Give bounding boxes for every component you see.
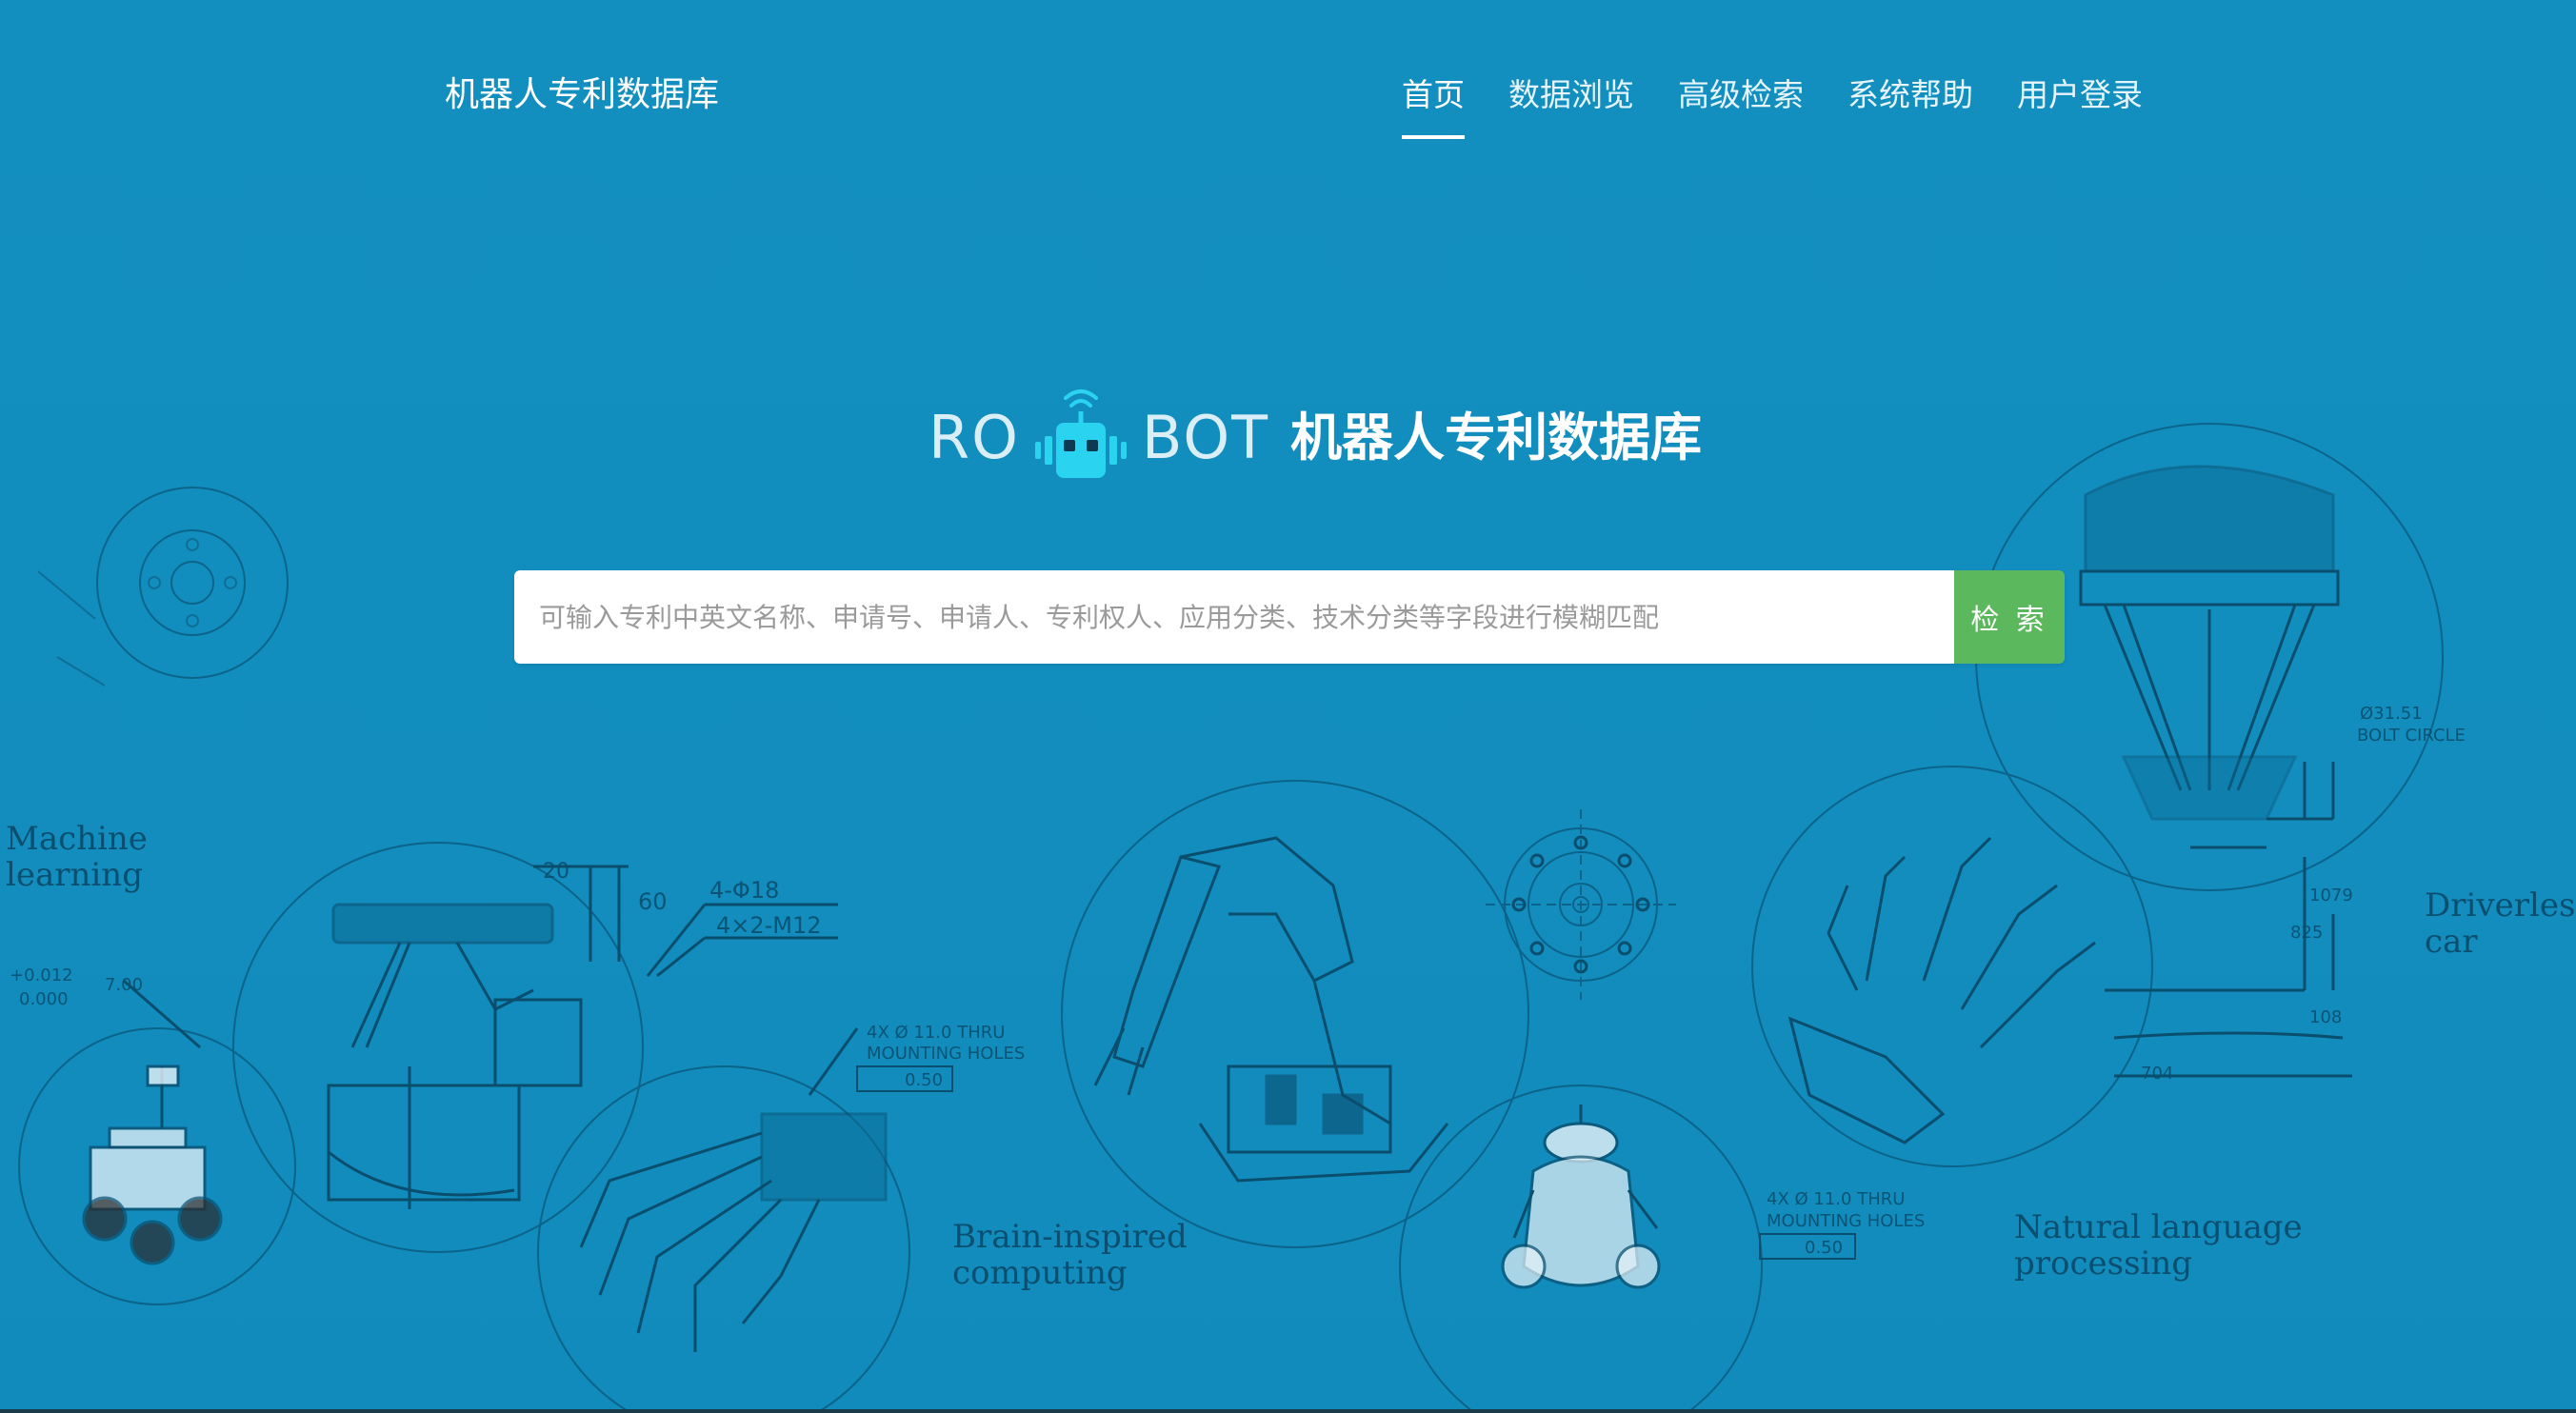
drawing-bolt-circle-1: Ø31.51	[2360, 704, 2423, 724]
drawing-dim-825: 825	[2290, 923, 2323, 943]
bg-label-brain-inspired: Brain-inspired computing	[952, 1218, 1188, 1292]
drawing-tol-upper: +0.012	[10, 965, 73, 985]
drawing-dim-20: 20	[543, 860, 569, 884]
drawing-tol-box-2: 0.50	[1805, 1238, 1843, 1258]
drawing-bolt-circle-2: BOLT CIRCLE	[2357, 726, 2466, 746]
nav-data-browse[interactable]: 数据浏览	[1508, 72, 1634, 145]
logo-text-ro: RO	[929, 403, 1020, 472]
drawing-depth: 7.00	[105, 975, 143, 995]
bg-label-machine-learning: Machine learning	[6, 820, 148, 894]
background-illustration: +0.012 0.000 7.00 20 60 4-Φ18 4×2-M12 4X…	[10, 423, 2466, 1413]
bottom-edge	[0, 1409, 2576, 1413]
bg-label-driverless: Driverles car	[2425, 886, 2576, 961]
drawing-holes-note-2: MOUNTING HOLES	[867, 1044, 1025, 1064]
main-nav: 首页 数据浏览 高级检索 系统帮助 用户登录	[1402, 72, 2143, 149]
drawing-dim-60: 60	[638, 888, 668, 915]
robot-head-icon	[1034, 389, 1127, 478]
nav-user-login[interactable]: 用户登录	[2017, 72, 2143, 145]
search-bar: 检 索	[514, 570, 2065, 664]
site-title[interactable]: 机器人专利数据库	[445, 72, 719, 118]
drawing-dim-704: 704	[2141, 1064, 2173, 1084]
drawing-tol-box: 0.50	[905, 1070, 943, 1090]
search-input[interactable]	[514, 570, 1954, 664]
nav-home[interactable]: 首页	[1402, 72, 1465, 145]
search-button[interactable]: 检 索	[1954, 570, 2065, 664]
bg-label-natural-language: Natural language processing	[2014, 1208, 2303, 1283]
drawing-tol-lower: 0.000	[19, 989, 69, 1009]
drawing-dim-108: 108	[2309, 1007, 2342, 1027]
page-background: +0.012 0.000 7.00 20 60 4-Φ18 4×2-M12 4X…	[0, 0, 2576, 1413]
drawing-dim-1079: 1079	[2309, 886, 2353, 906]
drawing-hole-1: 4-Φ18	[709, 877, 779, 904]
logo-title: 机器人专利数据库	[1290, 408, 1703, 468]
drawing-holes-note-4: MOUNTING HOLES	[1767, 1211, 1925, 1231]
nav-advanced-search[interactable]: 高级检索	[1678, 72, 1804, 145]
nav-system-help[interactable]: 系统帮助	[1847, 72, 1973, 145]
logo-text-bot: BOT	[1141, 403, 1270, 472]
robot-logo: RO BOT 机器人专利数据库	[929, 381, 1702, 495]
drawing-hole-2: 4×2-M12	[716, 912, 822, 939]
drawing-holes-note-3: 4X Ø 11.0 THRU	[1767, 1189, 1905, 1209]
drawing-holes-note-1: 4X Ø 11.0 THRU	[867, 1023, 1005, 1043]
